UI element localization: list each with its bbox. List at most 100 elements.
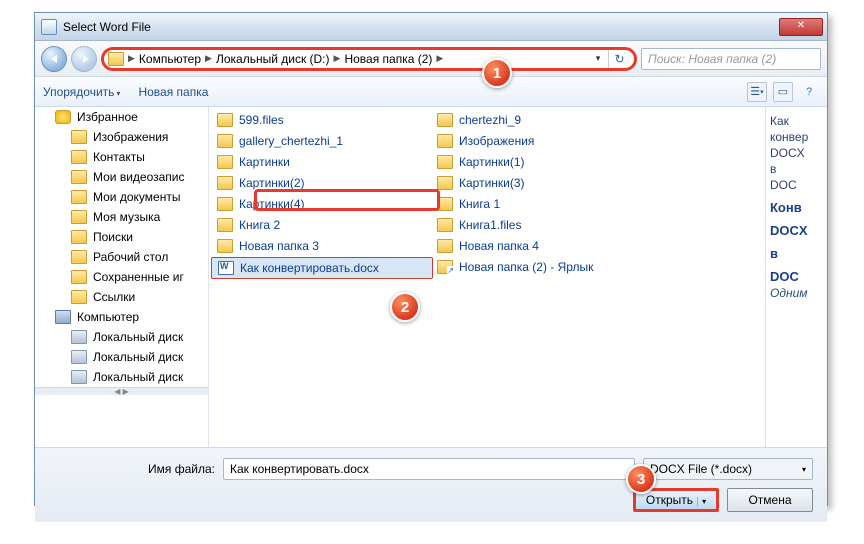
forward-button[interactable]: [71, 46, 97, 72]
crumb[interactable]: Компьютер: [139, 52, 201, 66]
file-item[interactable]: Новая папка 3: [217, 237, 427, 255]
file-dialog: Select Word File ✕ ▶ Компьютер ▶ Локальн…: [34, 12, 828, 506]
file-item[interactable]: Как конвертировать.docx: [211, 257, 433, 279]
sidebar-item[interactable]: Изображения: [35, 127, 208, 147]
file-label: Картинки(2): [239, 176, 305, 190]
address-dropdown[interactable]: ▾: [590, 53, 606, 64]
file-item[interactable]: Изображения: [437, 132, 647, 150]
callout-1: 1: [482, 58, 512, 88]
folder-icon: [217, 155, 233, 169]
file-item[interactable]: Книга 1: [437, 195, 647, 213]
file-label: Новая папка 3: [239, 239, 319, 253]
chevron-right-icon: ▶: [126, 53, 137, 64]
bottom-panel: Имя файла: DOCX File (*.docx)▾ Открыть▾ …: [35, 447, 827, 522]
chevron-right-icon: ▶: [332, 53, 343, 64]
drive-icon: [71, 370, 87, 384]
address-bar[interactable]: ▶ Компьютер ▶ Локальный диск (D:) ▶ Нова…: [101, 47, 637, 71]
sidebar-label: Рабочий стол: [93, 250, 168, 264]
file-label: Картинки(1): [459, 155, 525, 169]
file-item[interactable]: Картинки(1): [437, 153, 647, 171]
file-item[interactable]: Картинки(4): [217, 195, 427, 213]
file-label: Книга1.files: [459, 218, 521, 232]
preview-pane-button[interactable]: ▭: [773, 82, 793, 102]
chevron-right-icon: ▶: [203, 53, 214, 64]
file-list[interactable]: 599.files gallery_chertezhi_1 Картинки Карт…: [209, 107, 765, 447]
file-item[interactable]: 599.files: [217, 111, 427, 129]
sidebar-label: Контакты: [93, 150, 145, 164]
crumb[interactable]: Локальный диск (D:): [216, 52, 330, 66]
file-label: Книга 2: [239, 218, 280, 232]
folder-icon: [71, 130, 87, 144]
sidebar-label: Компьютер: [77, 310, 139, 324]
organize-menu[interactable]: Упорядочить▾: [43, 85, 120, 99]
star-icon: [55, 110, 71, 124]
sidebar-item[interactable]: Сохраненные иг: [35, 267, 208, 287]
sidebar-item[interactable]: Локальный диск: [35, 327, 208, 347]
sidebar-label: Сохраненные иг: [93, 270, 184, 284]
file-item[interactable]: Книга1.files: [437, 216, 647, 234]
folder-icon: [71, 170, 87, 184]
file-item[interactable]: Картинки(3): [437, 174, 647, 192]
filetype-dropdown[interactable]: DOCX File (*.docx)▾: [643, 458, 813, 480]
word-icon: [218, 261, 234, 275]
folder-icon: [437, 134, 453, 148]
refresh-button[interactable]: ↻: [608, 49, 630, 69]
file-item[interactable]: Картинки: [217, 153, 427, 171]
filename-input[interactable]: [223, 458, 635, 480]
folder-icon: [217, 239, 233, 253]
folder-icon: [217, 134, 233, 148]
folder-icon: [108, 52, 124, 66]
sidebar-label: Моя музыка: [93, 210, 160, 224]
file-label: Изображения: [459, 134, 534, 148]
help-button[interactable]: ?: [799, 82, 819, 102]
folder-icon: [437, 155, 453, 169]
app-icon: [41, 19, 57, 35]
folder-icon: [71, 210, 87, 224]
chevron-right-icon: ▶: [434, 53, 445, 64]
back-button[interactable]: [41, 46, 67, 72]
file-label: Картинки(3): [459, 176, 525, 190]
folder-icon: [437, 239, 453, 253]
sidebar-item[interactable]: Избранное: [35, 107, 208, 127]
close-button[interactable]: ✕: [779, 18, 823, 36]
titlebar[interactable]: Select Word File ✕: [35, 13, 827, 41]
sidebar-item[interactable]: Рабочий стол: [35, 247, 208, 267]
sidebar-label: Локальный диск: [93, 330, 183, 344]
cancel-button[interactable]: Отмена: [727, 488, 813, 512]
folder-icon: [437, 113, 453, 127]
folder-icon: [217, 113, 233, 127]
file-label: Новая папка (2) - Ярлык: [459, 260, 593, 274]
folder-icon: [71, 250, 87, 264]
sidebar-item[interactable]: Локальный диск: [35, 347, 208, 367]
file-item[interactable]: Новая папка (2) - Ярлык: [437, 258, 647, 276]
file-item[interactable]: Книга 2: [217, 216, 427, 234]
file-item[interactable]: gallery_chertezhi_1: [217, 132, 427, 150]
crumb[interactable]: Новая папка (2): [344, 52, 432, 66]
sidebar-item[interactable]: Мои документы: [35, 187, 208, 207]
sidebar-item[interactable]: Контакты: [35, 147, 208, 167]
file-label: Книга 1: [459, 197, 500, 211]
sidebar-label: Поиски: [93, 230, 133, 244]
comp-icon: [55, 310, 71, 324]
drive-icon: [71, 350, 87, 364]
sidebar[interactable]: ИзбранноеИзображения Контакты Мои видеозап…: [35, 107, 209, 447]
view-mode-button[interactable]: ☰▾: [747, 82, 767, 102]
sidebar-item[interactable]: Моя музыка: [35, 207, 208, 227]
sidebar-item[interactable]: Ссылки: [35, 287, 208, 307]
sidebar-item[interactable]: Мои видеозапис: [35, 167, 208, 187]
toolbar: Упорядочить▾ Новая папка ☰▾ ▭ ?: [35, 77, 827, 107]
new-folder-button[interactable]: Новая папка: [138, 85, 208, 99]
sidebar-label: Ссылки: [93, 290, 135, 304]
folder-icon: [71, 150, 87, 164]
file-item[interactable]: Новая папка 4: [437, 237, 647, 255]
search-input[interactable]: Поиск: Новая папка (2): [641, 48, 821, 70]
callout-2: 2: [390, 292, 420, 322]
sidebar-item[interactable]: Поиски: [35, 227, 208, 247]
file-item[interactable]: Картинки(2): [217, 174, 427, 192]
file-item[interactable]: chertezhi_9: [437, 111, 647, 129]
folder-icon: [71, 270, 87, 284]
sidebar-item[interactable]: Компьютер: [35, 307, 208, 327]
folder-icon: [71, 230, 87, 244]
sidebar-item[interactable]: Локальный диск: [35, 367, 208, 387]
sidebar-label: Мои документы: [93, 190, 180, 204]
